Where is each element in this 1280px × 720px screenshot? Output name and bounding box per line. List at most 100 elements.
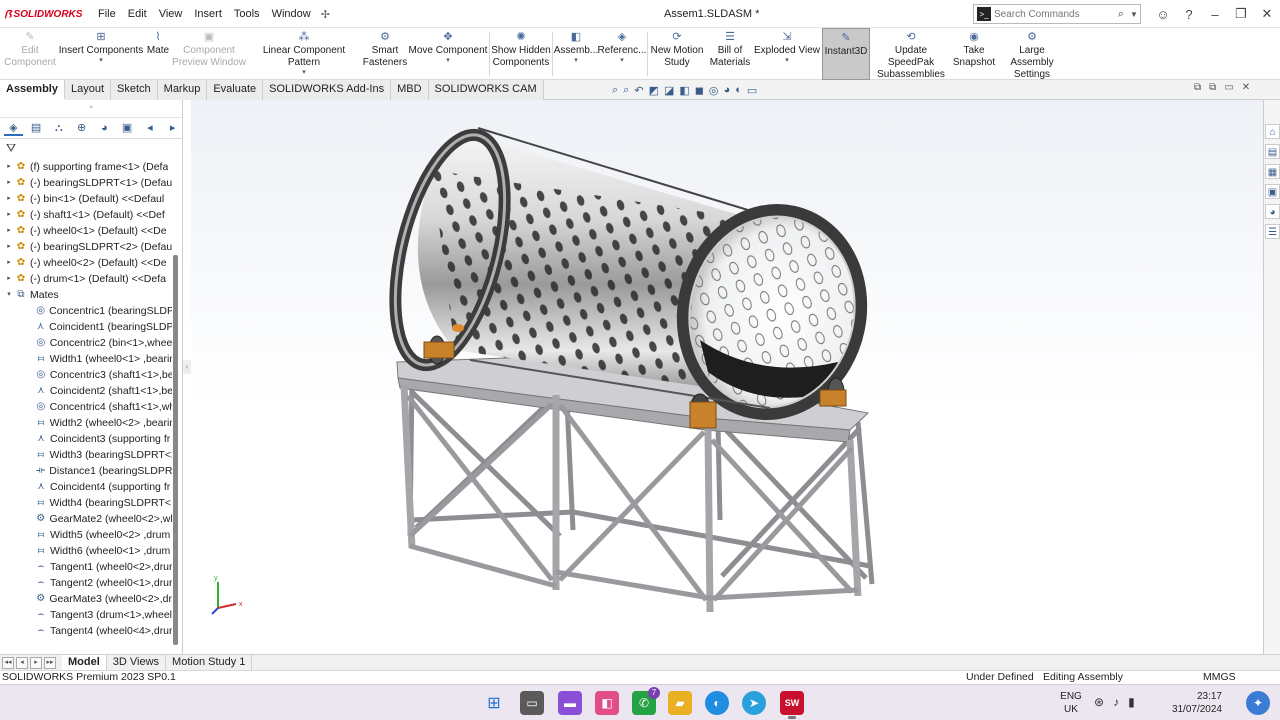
battery-icon[interactable]: ▮: [1128, 695, 1135, 709]
panel-grip[interactable]: °: [0, 100, 182, 118]
tree-mate-item[interactable]: ⧦ Width4 (bearingSLDPRT<1: [0, 495, 172, 511]
expand-icon[interactable]: ▸: [4, 175, 14, 191]
configuration-tab-icon[interactable]: ⛬: [50, 120, 69, 136]
prev-tab-icon[interactable]: ◂: [16, 656, 28, 669]
store-icon[interactable]: ◧: [595, 691, 619, 715]
expand-icon[interactable]: ▸: [4, 207, 14, 223]
doc-close-icon[interactable]: ✕: [1242, 82, 1250, 93]
first-tab-icon[interactable]: ◂◂: [2, 656, 14, 669]
minimize-icon[interactable]: –: [1202, 7, 1228, 22]
dropdown-icon[interactable]: ▾: [302, 69, 306, 77]
tree-mate-item[interactable]: ⧦ Width1 (wheel0<1> ,bearin: [0, 351, 172, 367]
tree-component-item[interactable]: ▸ ✿ (f) supporting frame<1> (Defa: [0, 159, 172, 175]
custom-properties-icon[interactable]: ☰: [1265, 224, 1280, 239]
resources-icon[interactable]: ▤: [1265, 144, 1280, 159]
tab-cam[interactable]: SOLIDWORKS CAM: [428, 80, 544, 100]
tree-component-item[interactable]: ▸ ✿ (-) wheel0<1> (Default) <<De: [0, 223, 172, 239]
expand-icon[interactable]: ▸: [4, 255, 14, 271]
tab-3d-views[interactable]: 3D Views: [107, 654, 167, 671]
property-manager-tab-icon[interactable]: ▤: [27, 120, 46, 136]
close-icon[interactable]: ✕: [1254, 6, 1280, 22]
zoom-area-icon[interactable]: ⌕: [623, 84, 629, 97]
dropdown-icon[interactable]: ▾: [785, 57, 789, 65]
menu-window[interactable]: Window: [266, 8, 317, 20]
tab-assembly[interactable]: Assembly: [0, 80, 65, 100]
tree-mate-item[interactable]: ⧦ Width6 (wheel0<1> ,drum: [0, 543, 172, 559]
network-icon[interactable]: ⊛: [1094, 695, 1104, 709]
smart-fasteners-button[interactable]: ⚙ Smart Fasteners: [362, 28, 408, 80]
menu-file[interactable]: File: [92, 8, 122, 20]
expand-icon[interactable]: ▸: [4, 159, 14, 175]
large-assembly-settings-button[interactable]: ⚙ Large Assembly Settings: [998, 28, 1066, 80]
dynamic-annotation-icon[interactable]: ◪: [664, 84, 674, 97]
appearances-icon[interactable]: ◕: [1265, 204, 1280, 219]
last-tab-icon[interactable]: ▸▸: [44, 656, 56, 669]
tree-mate-item[interactable]: ⚙ GearMate3 (wheel0<2>,dru: [0, 591, 172, 607]
menu-view[interactable]: View: [153, 8, 189, 20]
component-preview-button[interactable]: ▣ Component Preview Window: [172, 28, 246, 80]
show-hidden-button[interactable]: ✺ Show Hidden Components: [491, 28, 551, 80]
dimxpert-tab-icon[interactable]: ⊕: [72, 120, 91, 136]
tree-mate-item[interactable]: ⌢ Tangent3 (drum<1>,wheel: [0, 607, 172, 623]
tree-scrollbar[interactable]: [173, 255, 178, 645]
collapse-icon[interactable]: ▾: [4, 287, 14, 303]
tree-mate-item[interactable]: ⌢ Tangent1 (wheel0<2>,drur: [0, 559, 172, 575]
dropdown-icon[interactable]: ▾: [99, 57, 103, 65]
tree-mate-item[interactable]: ⌢ Tangent2 (wheel0<1>,drur: [0, 575, 172, 591]
previous-view-icon[interactable]: ↶: [634, 84, 643, 97]
tree-mate-item[interactable]: ◎ Concentric2 (bin<1>,wheel: [0, 335, 172, 351]
move-component-button[interactable]: ✥ Move Component ▾: [408, 28, 488, 80]
graphics-area[interactable]: y x: [191, 100, 1263, 654]
tab-motion-study[interactable]: Motion Study 1: [166, 654, 253, 671]
tree-mate-item[interactable]: ⌢ Tangent4 (wheel0<4>,drur: [0, 623, 172, 639]
filter-icon[interactable]: ⛛: [0, 139, 182, 158]
display-manager-tab-icon[interactable]: ◕: [95, 120, 114, 136]
edit-component-button[interactable]: ✎ Edit Component: [2, 28, 58, 80]
whatsapp-icon[interactable]: ✆ 7: [632, 687, 660, 715]
clock[interactable]: 23:17 31/07/2024: [1160, 690, 1222, 716]
home-icon[interactable]: ⌂: [1265, 124, 1280, 139]
panel-collapse-handle[interactable]: ‹: [183, 360, 191, 374]
cam-tab-icon[interactable]: ▣: [118, 120, 137, 136]
chat-icon[interactable]: ▬: [558, 691, 582, 715]
solidworks-logo[interactable]: Ꟗ SOLIDWORKS: [4, 6, 82, 22]
expand-icon[interactable]: ▸: [4, 223, 14, 239]
view-orientation-icon[interactable]: ◧: [679, 84, 689, 97]
tree-component-item[interactable]: ▸ ✿ (-) drum<1> (Default) <<Defa: [0, 271, 172, 287]
dropdown-icon[interactable]: ▾: [620, 57, 624, 65]
take-snapshot-button[interactable]: ◉ Take Snapshot: [950, 28, 998, 80]
tree-component-item[interactable]: ▸ ✿ (-) wheel0<2> (Default) <<De: [0, 255, 172, 271]
expand-icon[interactable]: ▸: [4, 271, 14, 287]
start-icon[interactable]: ⊞: [482, 691, 506, 715]
scene-icon[interactable]: ◐: [735, 84, 742, 96]
tree-mate-item[interactable]: ⋏ Coincident3 (supporting fr: [0, 431, 172, 447]
language-indicator[interactable]: ENG UK: [1058, 690, 1084, 716]
insert-components-button[interactable]: ⊞ Insert Components ▾: [58, 28, 144, 80]
bill-of-materials-button[interactable]: ☰ Bill of Materials: [706, 28, 754, 80]
reference-geometry-button[interactable]: ◈ Referenc... ▾: [598, 28, 647, 80]
tree-mate-item[interactable]: ⋏ Coincident4 (supporting fr: [0, 479, 172, 495]
help-icon[interactable]: ?: [1176, 7, 1202, 22]
design-library-icon[interactable]: ▦: [1265, 164, 1280, 179]
tree-component-item[interactable]: ▸ ✿ (-) shaft1<1> (Default) <<Def: [0, 207, 172, 223]
new-motion-study-button[interactable]: ⟳ New Motion Study: [649, 28, 705, 80]
section-view-icon[interactable]: ◩: [649, 84, 659, 97]
tab-mbd[interactable]: MBD: [391, 80, 429, 100]
doc-tile-icon[interactable]: ⧉: [1209, 82, 1216, 93]
doc-restore-icon[interactable]: ⧉: [1194, 82, 1201, 93]
tree-component-item[interactable]: ▸ ✿ (-) bearingSLDPRT<1> (Defau: [0, 175, 172, 191]
pin-icon[interactable]: ✢: [317, 8, 334, 21]
tab-sketch[interactable]: Sketch: [111, 80, 158, 100]
expand-icon[interactable]: ▸: [4, 239, 14, 255]
tree-mates-folder[interactable]: ▾ ⧉ Mates: [0, 287, 172, 303]
tree-mate-item[interactable]: ◎ Concentric1 (bearingSLDPF: [0, 303, 172, 319]
scroll-left-icon[interactable]: ◂: [141, 120, 160, 136]
exploded-view-button[interactable]: ⇲ Exploded View ▾: [754, 28, 820, 80]
user-icon[interactable]: ☺: [1150, 7, 1176, 22]
tab-markup[interactable]: Markup: [157, 80, 208, 100]
solidworks-taskbar-icon[interactable]: SW: [780, 691, 804, 719]
appearance-icon[interactable]: ◕: [724, 84, 731, 96]
tree-component-item[interactable]: ▸ ✿ (-) bin<1> (Default) <<Defaul: [0, 191, 172, 207]
tab-addins[interactable]: SOLIDWORKS Add-Ins: [263, 80, 392, 100]
tab-evaluate[interactable]: Evaluate: [207, 80, 264, 100]
